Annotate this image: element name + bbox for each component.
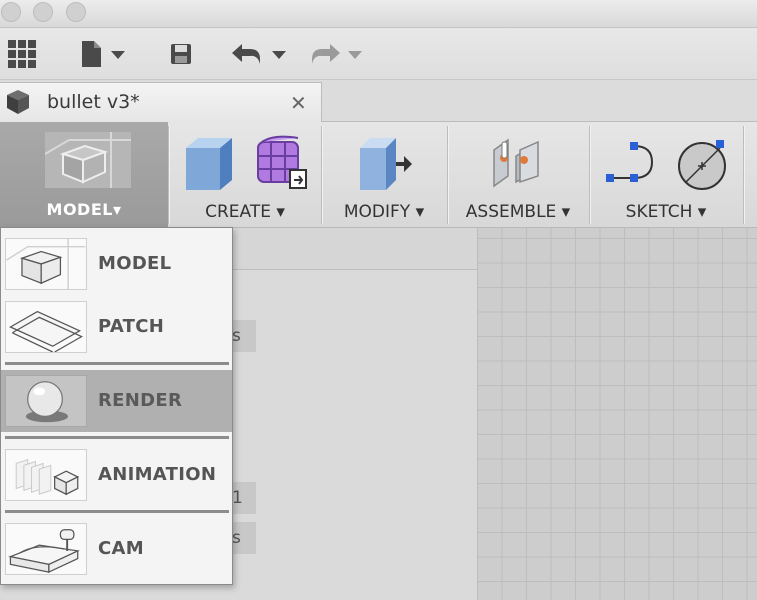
document-tab-bar: bullet v3* ✕ [0, 80, 757, 122]
save-button[interactable] [164, 28, 198, 80]
browser-panel-header [232, 228, 477, 270]
workspace-menu-label: MODEL [98, 253, 172, 274]
sketch-menu-label: SKETCH ▾ [625, 202, 707, 222]
save-icon [171, 44, 191, 64]
assemble-group[interactable]: ASSEMBLE ▾ [448, 122, 588, 228]
undo-icon [232, 44, 286, 64]
render-workspace-icon [5, 375, 87, 427]
workspace-menu-item-cam[interactable]: CAM [1, 518, 232, 580]
redo-icon [312, 44, 362, 64]
design-canvas-grid[interactable] [477, 228, 757, 600]
menu-separator [5, 362, 229, 365]
workspace-menu-item-patch[interactable]: PATCH [1, 296, 232, 358]
press-pull-icon [360, 138, 412, 190]
workspace-menu-item-animation[interactable]: ANIMATION [1, 444, 232, 506]
create-group[interactable]: CREATE ▾ [170, 122, 320, 228]
ribbon-separator [168, 126, 169, 224]
assemble-menu-label: ASSEMBLE ▾ [465, 202, 571, 222]
workspace-dropdown-menu: MODEL PATCH RENDER ANIMATION CAM [0, 227, 233, 585]
file-icon [82, 41, 125, 67]
sketch-circle-icon [678, 140, 726, 190]
form-mesh-icon [257, 135, 307, 189]
workspace-menu-label: CAM [98, 538, 144, 559]
box-icon [186, 138, 232, 190]
workspace-label: MODEL▾ [46, 200, 122, 219]
workspace-menu-item-render[interactable]: RENDER [1, 370, 232, 432]
modify-group[interactable]: MODIFY ▾ [322, 122, 446, 228]
menu-separator [5, 510, 229, 513]
workspace-switcher-button[interactable]: MODEL▾ [0, 122, 168, 228]
joint-icon [493, 138, 539, 188]
model-workspace-icon [5, 238, 87, 290]
animation-workspace-icon [5, 449, 87, 501]
menu-separator [5, 436, 229, 439]
model-workspace-icon [45, 132, 131, 188]
sketch-group[interactable]: SKETCH ▾ [590, 122, 742, 228]
document-title: bullet v3* [47, 91, 140, 113]
design-cube-icon [7, 90, 29, 114]
cam-workspace-icon [5, 523, 87, 575]
document-tab[interactable]: bullet v3* ✕ [0, 82, 322, 122]
sketch-line-arc-icon [606, 142, 654, 182]
redo-button[interactable] [306, 28, 370, 80]
ribbon-separator [743, 126, 744, 224]
zoom-window-button[interactable] [66, 2, 86, 22]
file-menu-button[interactable] [76, 28, 132, 80]
undo-button[interactable] [228, 28, 292, 80]
modify-menu-label: MODIFY ▾ [343, 202, 425, 222]
workspace-menu-label: ANIMATION [98, 464, 217, 485]
patch-workspace-icon [5, 301, 87, 353]
workspace-menu-item-model[interactable]: MODEL [1, 233, 232, 295]
window-title-bar [0, 0, 757, 28]
data-panel-button[interactable] [4, 28, 40, 80]
minimize-window-button[interactable] [33, 2, 53, 22]
grid-apps-icon [8, 40, 36, 68]
create-menu-label: CREATE ▾ [205, 202, 285, 222]
close-tab-icon[interactable]: ✕ [290, 91, 307, 115]
close-window-button[interactable] [1, 2, 21, 22]
workspace-menu-label: RENDER [98, 390, 183, 411]
quick-access-toolbar [0, 28, 757, 80]
workspace-menu-label: PATCH [98, 316, 165, 337]
